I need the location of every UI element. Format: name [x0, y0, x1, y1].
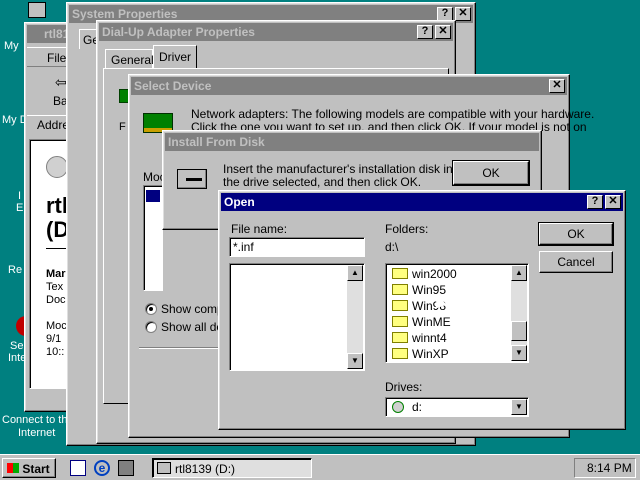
desktop-label-connect1[interactable]: Connect to the — [2, 414, 74, 426]
side-letter-0: F — [119, 121, 126, 133]
drives-label: Drives: — [385, 380, 423, 394]
open-titlebar[interactable]: Open ? ✕ — [221, 193, 623, 211]
drive-icon — [46, 156, 68, 178]
folder-item-label: WinME — [412, 315, 451, 329]
close-icon[interactable]: ✕ — [549, 79, 565, 93]
folder-item[interactable]: winnt4 — [392, 332, 447, 345]
folder-item-label: winnt4 — [412, 331, 447, 345]
radio-all-circle[interactable] — [145, 321, 157, 333]
taskbar-task-label: rtl8139 (D:) — [175, 462, 236, 476]
folder-list[interactable]: win2000 Win95 Win98 WinME winnt4 WinXP ▲… — [385, 263, 529, 363]
folder-icon — [392, 348, 408, 360]
folder-icon — [392, 284, 408, 296]
chevron-down-icon[interactable]: ▼ — [511, 399, 527, 415]
open-title: Open — [224, 195, 255, 209]
quicklaunch-channels-icon[interactable] — [118, 460, 134, 476]
dialup-title: Dial-Up Adapter Properties — [102, 25, 255, 39]
quicklaunch-desktop-icon[interactable] — [70, 460, 86, 476]
help-button[interactable]: ? — [437, 7, 453, 21]
menu-file[interactable]: File — [47, 52, 66, 65]
taskbar-task-button[interactable]: rtl8139 (D:) — [152, 458, 312, 478]
folder-item[interactable]: WinXP — [392, 348, 449, 361]
open-ok-button[interactable]: OK — [538, 222, 614, 246]
file-name-label: File name: — [231, 222, 288, 236]
file-list-scrollbar[interactable]: ▲ ▼ — [347, 265, 363, 369]
folder-item-label: win2000 — [412, 267, 457, 281]
scroll-up-icon[interactable]: ▲ — [511, 265, 527, 281]
dialup-titlebar[interactable]: Dial-Up Adapter Properties ? ✕ — [99, 23, 453, 41]
windows-logo-icon — [7, 463, 19, 473]
folders-path: d:\ — [385, 240, 399, 254]
file-name-value[interactable]: *.inf — [233, 241, 254, 254]
folders-label: Folders: — [385, 222, 429, 236]
system-properties-title: System Properties — [72, 7, 178, 21]
install-text-2: the drive selected, and then click OK. — [223, 175, 422, 189]
taskbar: Start e rtl8139 (D:) 8:14 PM — [0, 454, 640, 480]
info-line-4: Moc — [46, 320, 67, 332]
open-cancel-button[interactable]: Cancel — [539, 251, 613, 273]
explorer-big-title-1: rtl — [46, 193, 68, 218]
file-list[interactable]: ▲ ▼ — [229, 263, 365, 371]
folder-icon — [392, 268, 408, 280]
info-line-1: Tex — [46, 281, 64, 293]
desktop-label-recycle[interactable]: Re — [8, 264, 22, 276]
radio-dot — [149, 307, 153, 311]
help-button[interactable]: ? — [587, 195, 603, 209]
help-button[interactable]: ? — [417, 25, 433, 39]
open-dialog[interactable]: Open ? ✕ File name: *.inf ▲ ▼ Folders: d… — [218, 190, 626, 430]
start-label: Start — [22, 462, 50, 476]
scroll-up-icon[interactable]: ▲ — [347, 265, 363, 281]
scroll-thumb[interactable] — [511, 321, 527, 341]
desktop-label-setup1[interactable]: Se — [10, 340, 23, 352]
install-ok-button[interactable]: OK — [452, 160, 530, 186]
desktop-label-connect2[interactable]: Internet — [18, 427, 55, 439]
scroll-down-icon[interactable]: ▼ — [511, 345, 527, 361]
folder-item[interactable]: win2000 — [392, 268, 457, 281]
disk-slot — [186, 178, 202, 181]
drives-select[interactable]: d: ▼ — [385, 397, 529, 417]
folder-icon — [392, 300, 408, 312]
desktop-label-ie2[interactable]: E — [16, 202, 23, 214]
manufacturer-list[interactable] — [143, 185, 163, 291]
info-line-6: 10:: — [46, 346, 65, 358]
install-from-disk-titlebar[interactable]: Install From Disk — [165, 133, 539, 151]
drive-value: d: — [412, 400, 423, 414]
desktop-top-icon[interactable] — [28, 2, 46, 18]
info-line-0: Mar — [46, 268, 66, 280]
quicklaunch-ie-icon[interactable]: e — [94, 460, 110, 476]
tab-general[interactable]: General — [105, 49, 154, 69]
cd-drive-icon — [392, 401, 404, 413]
disk-drive-icon — [177, 169, 207, 189]
folder-icon — [392, 316, 408, 328]
folder-icon — [392, 332, 408, 344]
list-selected-item[interactable] — [146, 190, 160, 202]
tab-driver-label: Driver — [159, 50, 191, 64]
install-from-disk-title: Install From Disk — [168, 135, 265, 149]
folder-list-scrollbar[interactable]: ▲ ▼ — [511, 265, 527, 361]
close-icon[interactable]: ✕ — [435, 25, 451, 39]
start-button[interactable]: Start — [2, 458, 56, 478]
radio-compat-circle[interactable] — [145, 303, 157, 315]
desktop-label-my[interactable]: My — [4, 40, 19, 52]
system-tray: 8:14 PM — [574, 458, 636, 478]
drive-task-icon — [157, 462, 171, 474]
tab-general-label: General — [111, 53, 154, 67]
folder-item-label: WinXP — [412, 347, 449, 361]
select-device-title: Select Device — [134, 79, 212, 93]
info-line-2: Doc — [46, 294, 66, 306]
folder-item[interactable]: WinME — [392, 316, 451, 329]
clock[interactable]: 8:14 PM — [587, 462, 632, 475]
scroll-down-icon[interactable]: ▼ — [347, 353, 363, 369]
file-name-input[interactable]: *.inf — [229, 237, 365, 257]
close-icon[interactable]: ✕ — [605, 195, 621, 209]
select-device-titlebar[interactable]: Select Device ✕ — [131, 77, 567, 95]
info-line-5: 9/1 — [46, 333, 62, 345]
address-label: Addre — [37, 118, 70, 132]
close-icon[interactable]: ✕ — [455, 7, 471, 21]
tab-driver[interactable]: Driver — [153, 45, 197, 69]
desktop-label-ie1[interactable]: I — [18, 190, 21, 202]
